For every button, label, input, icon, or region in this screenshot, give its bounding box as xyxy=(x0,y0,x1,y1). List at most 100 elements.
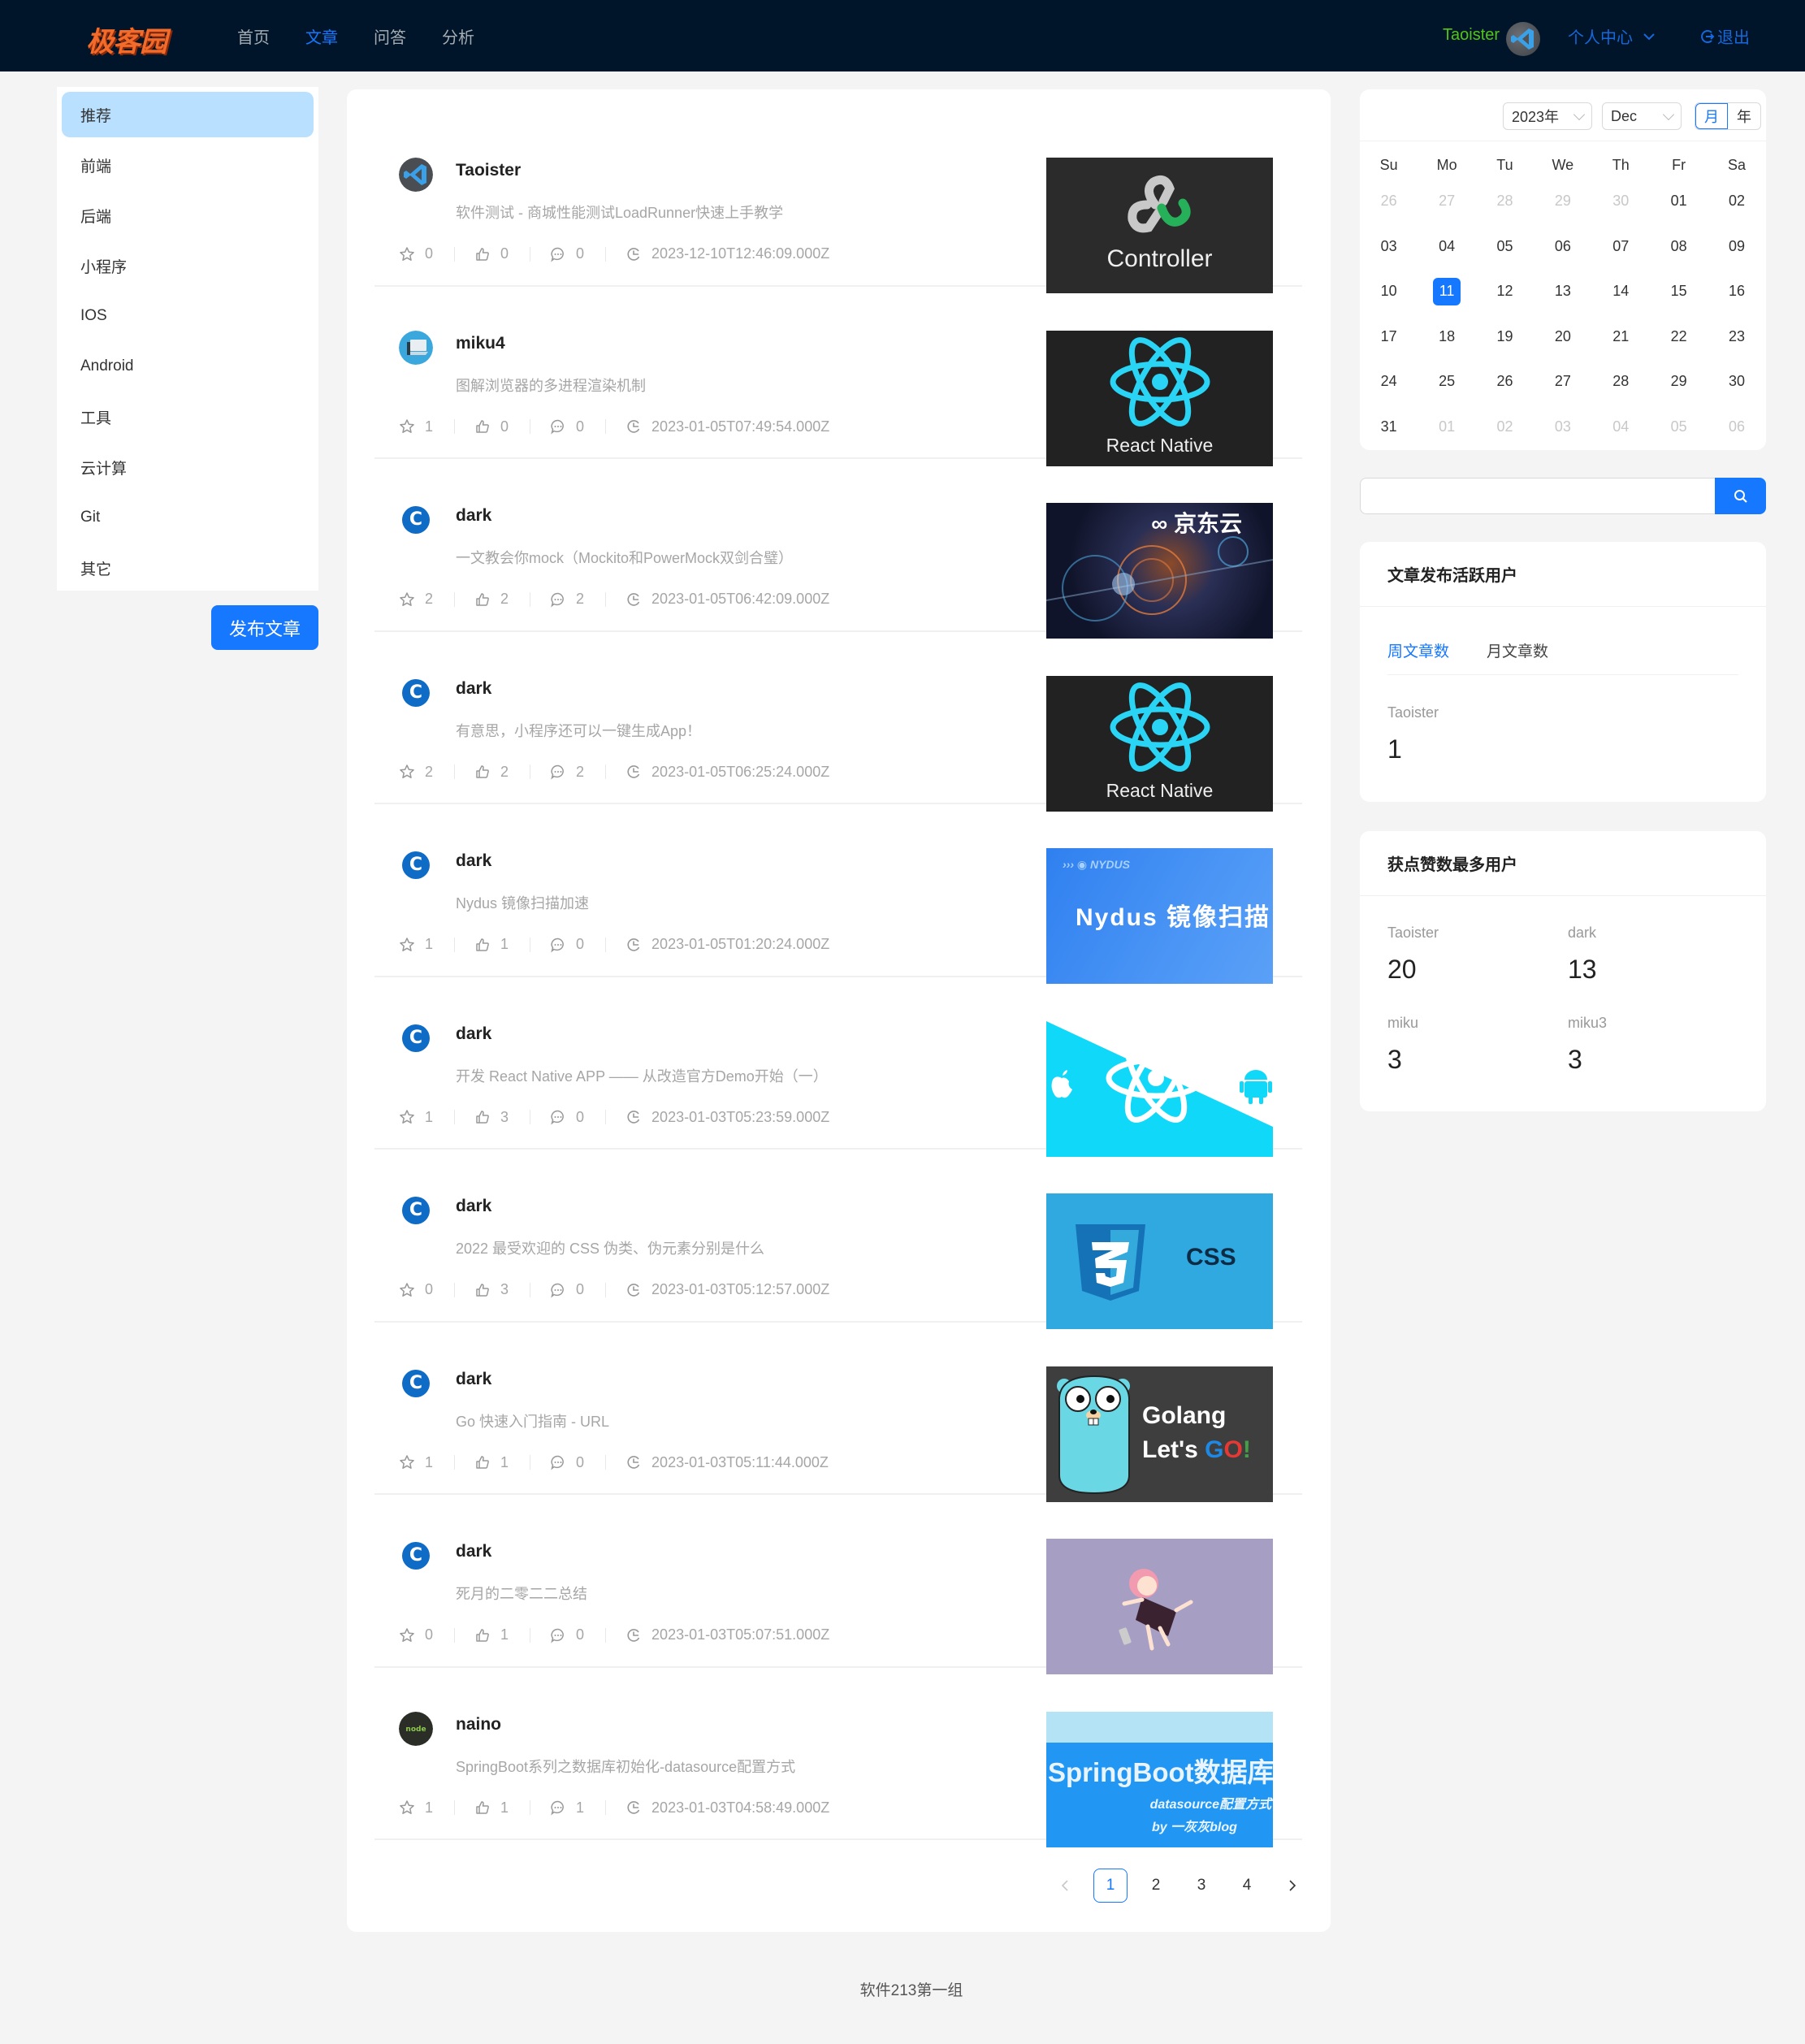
category-tools[interactable]: 工具 xyxy=(62,394,314,440)
article-title[interactable]: 一文教会你mock（Mockito和PowerMock双剑合璧） xyxy=(456,547,793,568)
calendar-day[interactable]: 29 xyxy=(1534,188,1591,215)
calendar-day[interactable]: 12 xyxy=(1476,278,1534,305)
article-thumbnail[interactable]: Golang Let's GO! xyxy=(1046,1366,1273,1502)
calendar-day[interactable]: 25 xyxy=(1418,368,1475,396)
article-item[interactable]: C dark Go 快速入门指南 - URL 1 1 0 2023-01-03T… xyxy=(374,1323,1302,1502)
article-author[interactable]: dark xyxy=(456,1024,491,1044)
like-count[interactable]: 3 xyxy=(474,1281,509,1298)
category-miniprogram[interactable]: 小程序 xyxy=(62,243,314,288)
article-title[interactable]: 开发 React Native APP —— 从改造官方Demo开始（一） xyxy=(456,1065,828,1086)
article-item[interactable]: C dark 死月的二零二二总结 0 1 0 2023-01-03T05:07:… xyxy=(374,1495,1302,1674)
comment-count[interactable]: 0 xyxy=(550,936,584,953)
comment-count[interactable]: 0 xyxy=(550,1281,584,1298)
article-thumbnail[interactable]: SpringBoot数据库 datasource配置方式 by 一灰灰blog xyxy=(1046,1711,1273,1847)
like-count[interactable]: 1 xyxy=(474,936,509,953)
calendar-day[interactable]: 02 xyxy=(1476,413,1534,440)
article-item[interactable]: C dark 一文教会你mock（Mockito和PowerMock双剑合璧） … xyxy=(374,459,1302,639)
calendar-day[interactable]: 24 xyxy=(1360,368,1418,396)
calendar-day[interactable]: 10 xyxy=(1360,278,1418,305)
article-author[interactable]: miku4 xyxy=(456,334,505,353)
author-avatar[interactable]: C xyxy=(399,848,433,882)
collect-count[interactable]: 2 xyxy=(399,764,433,781)
article-title[interactable]: 死月的二零二二总结 xyxy=(456,1583,587,1604)
collect-count[interactable]: 1 xyxy=(399,1454,433,1471)
like-count[interactable]: 3 xyxy=(474,1109,509,1126)
comment-count[interactable]: 0 xyxy=(550,1109,584,1126)
article-title[interactable]: Nydus 镜像扫描加速 xyxy=(456,892,589,913)
collect-count[interactable]: 1 xyxy=(399,418,433,435)
article-title[interactable]: 图解浏览器的多进程渲染机制 xyxy=(456,375,646,396)
tab-weekly-articles[interactable]: 周文章数 xyxy=(1387,639,1449,674)
nav-qa[interactable]: 问答 xyxy=(374,24,406,48)
calendar-day[interactable]: 19 xyxy=(1476,323,1534,350)
calendar-day[interactable]: 20 xyxy=(1534,323,1591,350)
article-author[interactable]: dark xyxy=(456,851,491,871)
article-author[interactable]: dark xyxy=(456,1370,491,1389)
collect-count[interactable]: 0 xyxy=(399,1281,433,1298)
tab-monthly-articles[interactable]: 月文章数 xyxy=(1487,639,1548,674)
collect-count[interactable]: 1 xyxy=(399,936,433,953)
page-3[interactable]: 3 xyxy=(1184,1869,1218,1903)
category-recommend[interactable]: 推荐 xyxy=(62,92,314,137)
article-author[interactable]: dark xyxy=(456,1542,491,1561)
article-title[interactable]: 2022 最受欢迎的 CSS 伪类、伪元素分别是什么 xyxy=(456,1237,764,1258)
calendar-day[interactable]: 28 xyxy=(1476,188,1534,215)
category-other[interactable]: 其它 xyxy=(62,545,314,591)
article-thumbnail[interactable]: React Native xyxy=(1046,675,1273,812)
calendar-day[interactable]: 16 xyxy=(1708,278,1765,305)
like-count[interactable]: 2 xyxy=(474,764,509,781)
collect-count[interactable]: 1 xyxy=(399,1799,433,1817)
article-item[interactable]: node naino SpringBoot系列之数据库初始化-datasourc… xyxy=(374,1668,1302,1847)
comment-count[interactable]: 0 xyxy=(550,418,584,435)
publish-article-button[interactable]: 发布文章 xyxy=(211,605,318,650)
author-avatar[interactable]: C xyxy=(399,503,433,537)
calendar-day[interactable]: 23 xyxy=(1708,323,1765,350)
comment-count[interactable]: 2 xyxy=(550,764,584,781)
calendar-day[interactable]: 31 xyxy=(1360,413,1418,440)
article-author[interactable]: Taoister xyxy=(456,161,521,180)
calendar-day[interactable]: 30 xyxy=(1592,188,1650,215)
calendar-day[interactable]: 01 xyxy=(1650,188,1708,215)
comment-count[interactable]: 0 xyxy=(550,1626,584,1643)
calendar-day[interactable]: 01 xyxy=(1418,413,1475,440)
search-button[interactable] xyxy=(1715,478,1766,514)
calendar-day[interactable]: 03 xyxy=(1534,413,1591,440)
article-thumbnail[interactable]: React Native xyxy=(1046,330,1273,466)
calendar-day[interactable]: 14 xyxy=(1592,278,1650,305)
calendar-day[interactable]: 05 xyxy=(1476,232,1534,260)
calendar-day[interactable]: 30 xyxy=(1708,368,1765,396)
user-center-dropdown[interactable]: 个人中心 xyxy=(1568,24,1656,48)
like-count[interactable]: 0 xyxy=(474,245,509,262)
page-4[interactable]: 4 xyxy=(1230,1869,1264,1903)
author-avatar[interactable]: node xyxy=(399,1711,433,1746)
category-frontend[interactable]: 前端 xyxy=(62,142,314,188)
article-title[interactable]: SpringBoot系列之数据库初始化-datasource配置方式 xyxy=(456,1756,795,1777)
calendar-day[interactable]: 17 xyxy=(1360,323,1418,350)
prev-page-button[interactable] xyxy=(1048,1869,1082,1903)
site-logo[interactable]: 极客园 xyxy=(86,19,167,59)
calendar-day[interactable]: 15 xyxy=(1650,278,1708,305)
category-backend[interactable]: 后端 xyxy=(62,193,314,238)
month-select[interactable]: Dec xyxy=(1602,102,1682,130)
article-title[interactable]: Go 快速入门指南 - URL xyxy=(456,1410,609,1431)
article-item[interactable]: C dark 开发 React Native APP —— 从改造官方Demo开… xyxy=(374,977,1302,1157)
calendar-day[interactable]: 04 xyxy=(1418,232,1475,260)
like-count[interactable]: 2 xyxy=(474,591,509,608)
like-count[interactable]: 1 xyxy=(474,1799,509,1817)
calendar-day[interactable]: 18 xyxy=(1418,323,1475,350)
article-author[interactable]: dark xyxy=(456,506,491,526)
author-avatar[interactable] xyxy=(399,158,433,192)
collect-count[interactable]: 2 xyxy=(399,591,433,608)
like-count[interactable]: 1 xyxy=(474,1626,509,1643)
calendar-day[interactable]: 03 xyxy=(1360,232,1418,260)
calendar-day[interactable]: 28 xyxy=(1592,368,1650,396)
article-item[interactable]: Taoister 软件测试 - 商城性能测试LoadRunner快速上手教学 0… xyxy=(374,114,1302,293)
mode-year[interactable]: 年 xyxy=(1728,103,1760,129)
collect-count[interactable]: 0 xyxy=(399,245,433,262)
calendar-day[interactable]: 09 xyxy=(1708,232,1765,260)
collect-count[interactable]: 1 xyxy=(399,1109,433,1126)
article-thumbnail[interactable] xyxy=(1046,1020,1273,1157)
author-avatar[interactable]: C xyxy=(399,1020,433,1055)
calendar-day[interactable]: 07 xyxy=(1592,232,1650,260)
search-input[interactable] xyxy=(1360,478,1715,514)
